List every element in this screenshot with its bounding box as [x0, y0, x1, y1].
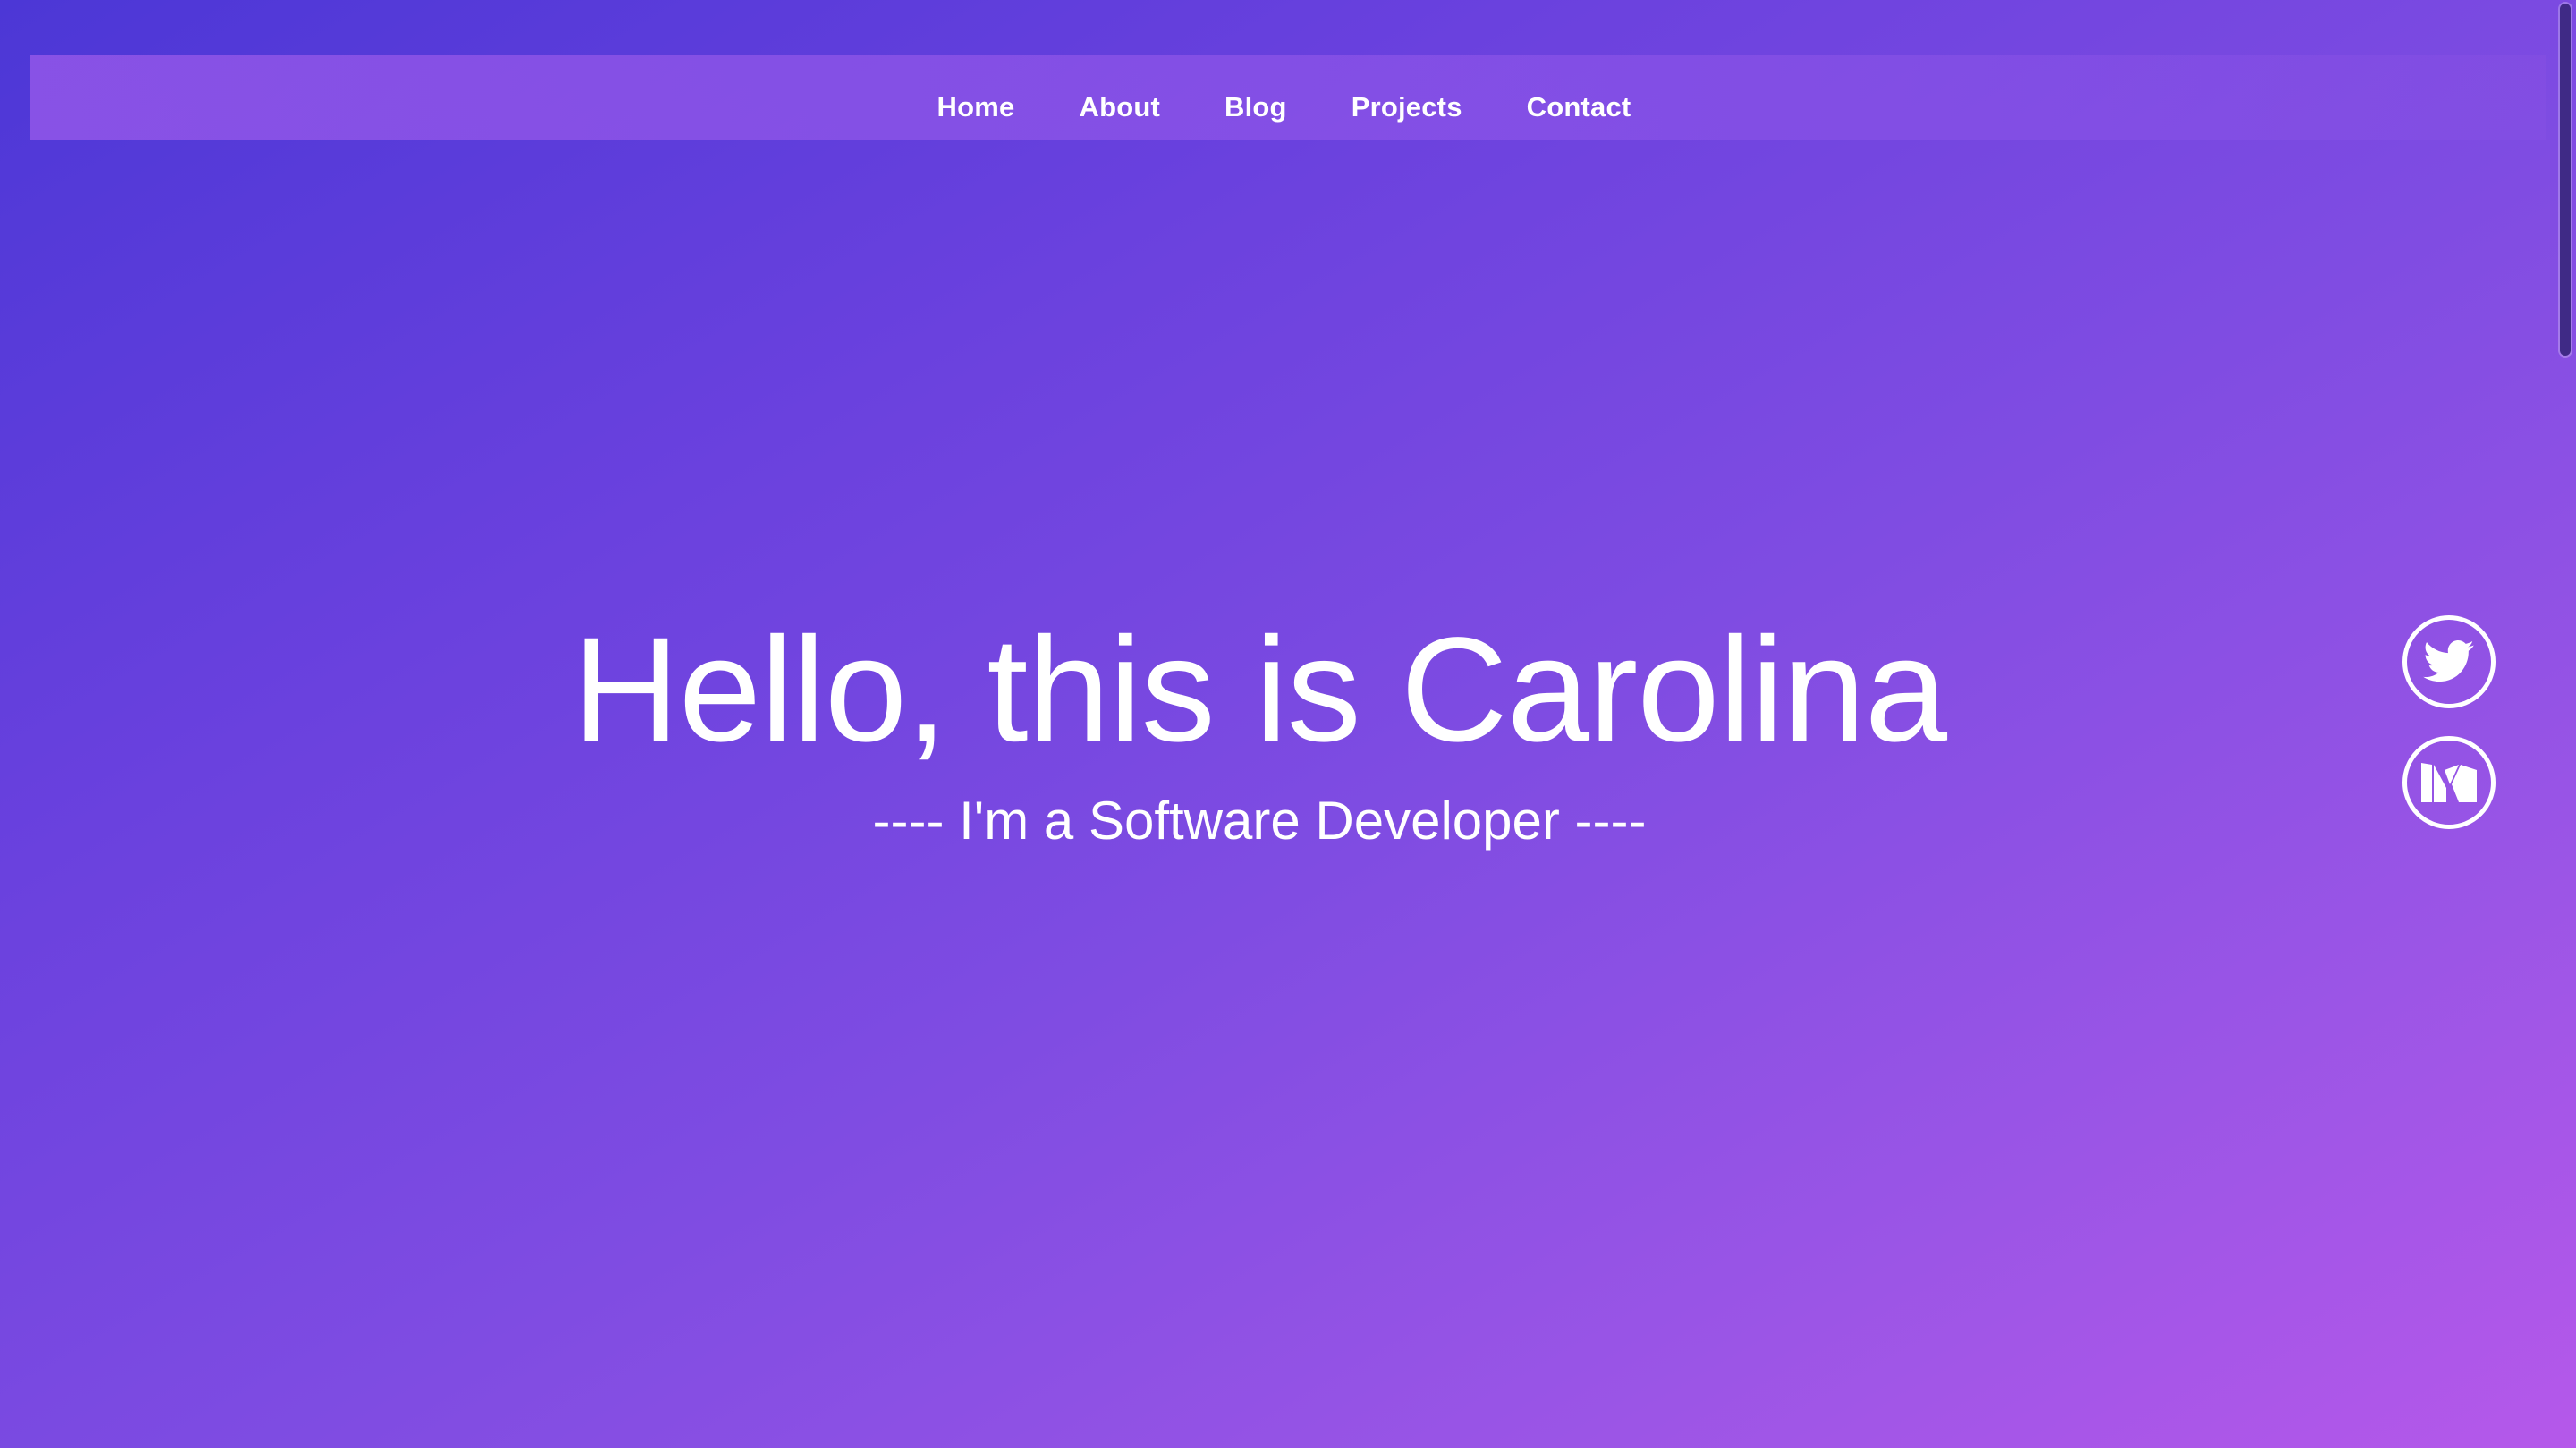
social-links: [2402, 615, 2496, 829]
hero-subtitle: ---- I'm a Software Developer ----: [872, 791, 1647, 851]
hero-title: Hello, this is Carolina: [572, 607, 1947, 773]
nav-menu: Home About Blog Projects Contact: [937, 91, 1631, 123]
hero-section: Hello, this is Carolina ---- I'm a Softw…: [0, 608, 2519, 853]
twitter-link[interactable]: [2402, 615, 2496, 708]
medium-icon: [2421, 763, 2477, 802]
vertical-scrollbar[interactable]: [2556, 0, 2576, 1448]
top-navbar: Home About Blog Projects Contact: [30, 55, 2546, 140]
nav-link-projects[interactable]: Projects: [1352, 91, 1462, 123]
nav-link-home[interactable]: Home: [937, 91, 1015, 123]
twitter-icon: [2423, 640, 2474, 682]
medium-link[interactable]: [2402, 736, 2496, 829]
scrollbar-thumb[interactable]: [2560, 4, 2571, 356]
nav-link-about[interactable]: About: [1079, 91, 1160, 123]
nav-link-contact[interactable]: Contact: [1527, 91, 1631, 123]
nav-link-blog[interactable]: Blog: [1224, 91, 1287, 123]
